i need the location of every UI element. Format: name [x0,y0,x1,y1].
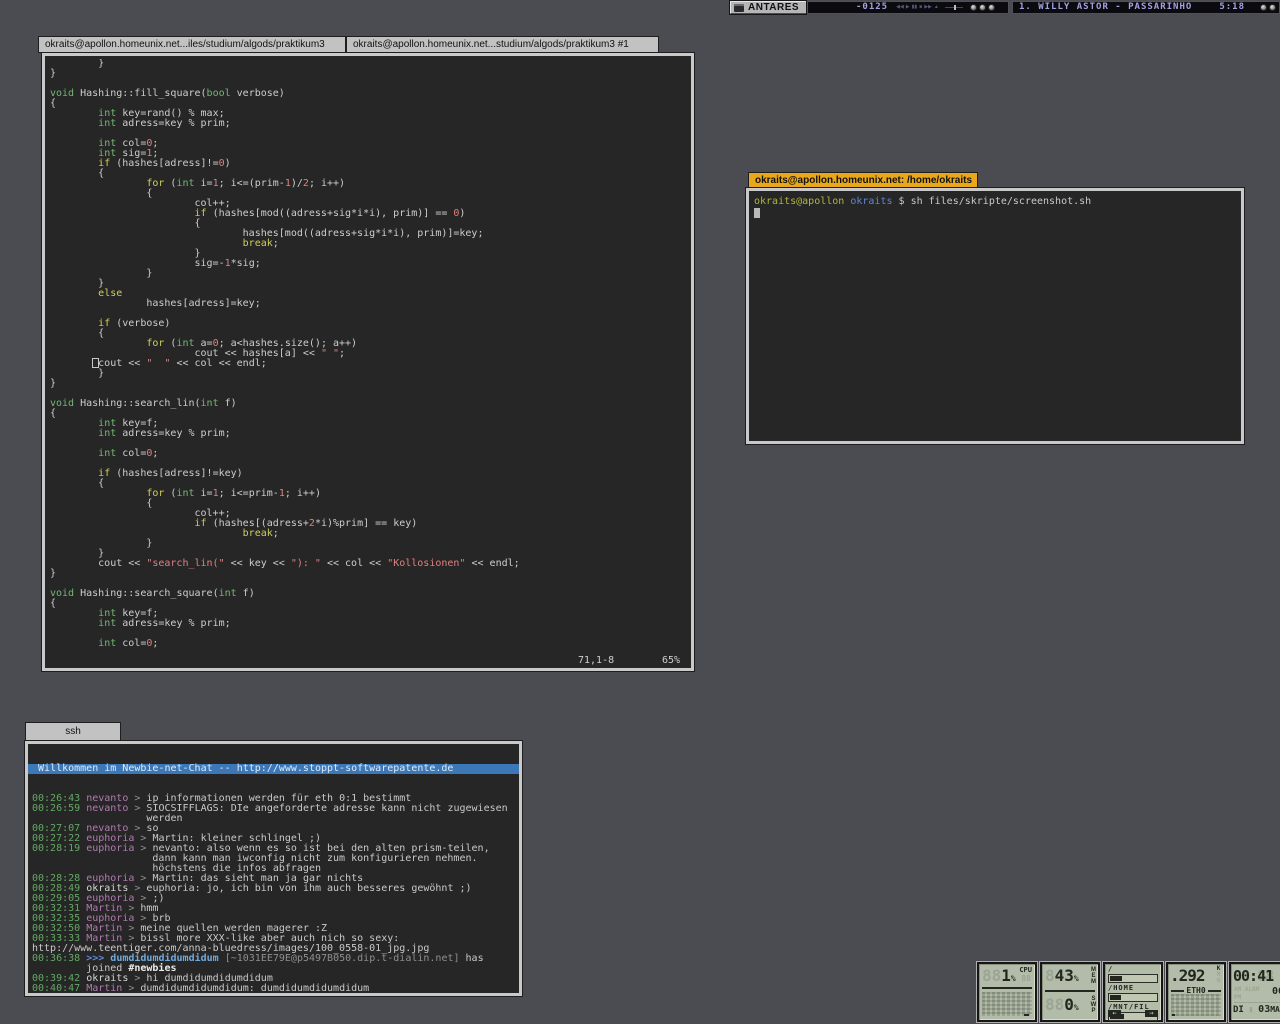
vim-cursor-position: 71,1-8 [578,656,614,666]
volume-slider[interactable] [945,7,963,8]
irssi-topic-bar: Willkommen im Newbie-net-Chat -- http://… [28,764,519,774]
swap-label: SWP [1090,996,1097,1014]
clock-time: 00:41 [1233,967,1273,985]
cpu-ghost-digits: 88 [1021,974,1031,983]
prev-button[interactable]: ◀◀ [896,3,904,12]
play-button[interactable]: ▶ [906,3,910,12]
cpu-digits: 881% [982,966,1016,985]
dockapp-memory-monitor[interactable]: 843% MEM 880% SWP [1040,962,1100,1022]
typed-command: sh files/skripte/screenshot.sh [911,196,1092,207]
net-unit-G: G [1215,978,1222,984]
tab-vim-terminal-1[interactable]: okraits@apollon.homeunix.net...iles/stud… [38,36,346,53]
cpu-history-graph [982,992,1032,1016]
eject-button[interactable]: ▲ [934,3,939,12]
net-graph-blip [1172,1014,1175,1016]
player-titlebar-buttons [970,4,995,11]
clock-am-indicator: AM [1234,986,1241,993]
dockapp-network-monitor[interactable]: .292 KMG ETH0 [1166,962,1226,1022]
cpu-separator [982,987,1032,989]
titlebar-button[interactable] [1260,4,1267,11]
vim-ruler: 71,1-8 65% [45,656,691,666]
window-menu-icon [734,4,744,12]
fsm-usage-bar [1108,993,1158,1002]
now-playing-title: 1. WILLY ASTOR - PASSARINHO [1019,2,1219,13]
shell-cursor [754,208,760,218]
clock-date-row: DI ▮ 03MAI [1233,999,1280,1017]
fsm-usage-bar [1108,974,1158,983]
dockapp-filesystem-monitor[interactable]: //HOME/MNT/FIL ← → [1103,962,1163,1022]
dockapp-clock[interactable]: 88:88 00:41 AM ALRM PM 06 DI ▮ 03MAI [1229,962,1280,1022]
titlebar-button[interactable] [970,4,977,11]
swap-digits: 880% [1045,995,1079,1014]
desktop: ANTARES -0125 ◀◀▶▮▮■▶▶▲ 1. WILLY ASTOR -… [0,0,1280,1024]
tab-shell-terminal[interactable]: okraits@apollon.homeunix.net: /home/okra… [748,172,978,189]
irc-terminal-window: Willkommen im Newbie-net-Chat -- http://… [25,741,522,996]
clock-date: 03 [1258,1004,1270,1015]
player-shaded-window[interactable]: -0125 ◀◀▶▮▮■▶▶▲ [807,1,1009,14]
playlist-shaded-window[interactable]: 1. WILLY ASTOR - PASSARINHO 5:18 [1012,1,1280,14]
net-history-graph [1171,994,1221,1016]
tab-ssh[interactable]: ssh [25,722,121,742]
fsm-scroll-right-arrow[interactable]: → [1145,1010,1158,1017]
net-rate-digits: .292 [1170,966,1205,985]
vim-terminal-window: } } void Hashing::fill_square(bool verbo… [42,53,694,671]
prompt-user-host: okraits@apollon [754,196,844,207]
fsm-mount-label: / [1108,966,1158,973]
clock-seconds: 06 [1272,986,1280,997]
fsm-scroll-left-arrow[interactable]: ← [1108,1010,1121,1017]
fsm-usage-fill [1110,976,1122,981]
net-unit-scale: KMG [1215,966,1222,984]
irssi-message-log: 00:26:43 nevanto > ip informationen werd… [28,794,519,993]
fsm-mount-label: /HOME [1108,985,1158,992]
shell-prompt-area[interactable]: okraits@apollon okraits $ sh files/skrip… [754,196,1091,218]
cpu-graph-blip [1024,1014,1029,1016]
mem-digits: 843% [1045,966,1079,985]
fsm-usage-fill [1110,995,1121,1000]
cpu-label: CPU [1019,966,1032,974]
volume-slider-knob[interactable] [954,5,956,10]
player-transport-controls[interactable]: ◀◀▶▮▮■▶▶▲ [896,3,939,12]
net-label-dash-right [1208,990,1221,992]
tab-vim-terminal-2[interactable]: okraits@apollon.homeunix.net...studium/a… [346,36,659,53]
chat-message-line: 00:40:47 Martin > dumdidumdidumdidum: du… [28,984,519,993]
stop-button[interactable]: ■ [919,3,922,12]
clock-am-alarm-indicators: AM ALRM [1234,986,1259,993]
top-bar: ANTARES -0125 ◀◀▶▮▮■▶▶▲ 1. WILLY ASTOR -… [730,1,1280,14]
clock-weekday: DI [1233,1005,1244,1015]
irssi-chat-area[interactable]: Willkommen im Newbie-net-Chat -- http://… [28,744,519,993]
iconbar-window-antares[interactable]: ANTARES [730,1,806,14]
vim-scroll-percent: 65% [662,656,680,666]
clock-alarm-indicator: ALRM [1245,986,1259,993]
titlebar-button[interactable] [1269,4,1276,11]
next-button[interactable]: ▶▶ [924,3,932,12]
mem-separator [1045,990,1095,992]
pause-button[interactable]: ▮▮ [912,3,918,12]
clock-month: MAI [1270,1005,1280,1014]
player-time-display[interactable]: -0125 [856,2,888,13]
track-time: 5:18 [1219,2,1245,13]
prompt-symbol: $ [893,196,911,207]
shell-terminal-window: okraits@apollon okraits $ sh files/skrip… [746,188,1244,444]
playlist-titlebar-buttons [1260,4,1276,11]
net-label-dash-left [1171,990,1184,992]
clock-date-ghost: ▮ [1248,1005,1253,1015]
mem-label: MEM [1090,967,1097,985]
titlebar-button[interactable] [979,4,986,11]
iconbar-window-label: ANTARES [748,2,799,13]
vim-code-editor[interactable]: } } void Hashing::fill_square(bool verbo… [50,59,689,654]
dockapp-cpu-monitor[interactable]: 881% CPU 88 [977,962,1037,1022]
titlebar-button[interactable] [988,4,995,11]
prompt-directory: okraits [850,196,892,207]
